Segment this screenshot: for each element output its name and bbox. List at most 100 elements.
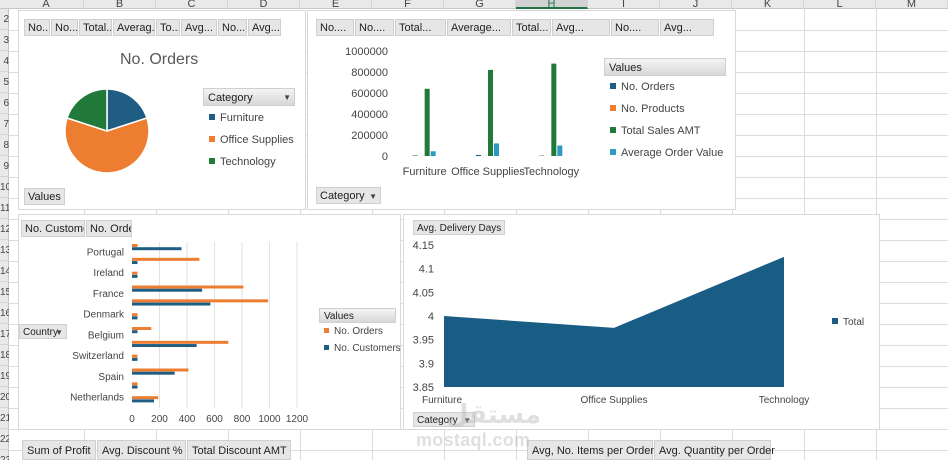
legend-swatch <box>610 83 616 89</box>
y-tick-label: 200000 <box>351 130 388 142</box>
hbar-no-orders-6 <box>132 327 152 330</box>
column-header-f[interactable]: F <box>372 0 444 9</box>
country-filter-button[interactable]: Country ▼ <box>19 324 67 339</box>
hbar-no-customers-2 <box>132 274 138 278</box>
category-filter-button[interactable]: Category ▼ <box>316 187 381 204</box>
column-header-j[interactable]: J <box>660 0 732 9</box>
row-header-8[interactable]: 8 <box>0 135 9 156</box>
column-header-l[interactable]: L <box>804 0 876 9</box>
row-header-10[interactable]: 10 <box>0 177 9 198</box>
field-button[interactable]: Avg... <box>660 19 714 36</box>
row-header-22[interactable]: 22 <box>0 429 9 450</box>
row-header-21[interactable]: 21 <box>0 408 9 429</box>
field-button[interactable]: Avg. Discount % <box>97 440 186 460</box>
hbar-no-customers-4 <box>132 302 211 306</box>
field-button[interactable]: Total... <box>79 19 112 36</box>
y-tick-label: Switzerland <box>72 351 124 362</box>
pie-plot <box>64 88 150 174</box>
column-header-m[interactable]: M <box>876 0 948 9</box>
hbar-no-orders-1 <box>132 257 200 261</box>
y-tick-label: Ireland <box>93 268 124 279</box>
row-header-4[interactable]: 4 <box>0 51 9 72</box>
hbar-no-orders-10 <box>132 382 138 386</box>
column-chart-category-values[interactable]: No.... No.... Total... Average... Total... Av… <box>307 10 736 210</box>
legend-item: Total Sales AMT <box>610 124 700 138</box>
column-header-a[interactable]: A <box>9 0 84 9</box>
row-header-16[interactable]: 16 <box>0 303 9 324</box>
legend-swatch <box>324 328 329 333</box>
row-header-13[interactable]: 13 <box>0 240 9 261</box>
pie-legend-filter-button[interactable]: Category ▼ <box>203 88 295 106</box>
y-tick-label: Spain <box>98 372 124 383</box>
row-header-5[interactable]: 5 <box>0 72 9 93</box>
row-header-7[interactable]: 7 <box>0 114 9 135</box>
pie-chart-no-orders[interactable]: No...No....Total...Averag...To...Avg...N… <box>18 10 306 210</box>
row-header-23[interactable]: 23 <box>0 450 9 460</box>
field-button[interactable]: No.... <box>611 19 659 36</box>
bar-average-order-value-0 <box>430 151 436 156</box>
field-button[interactable]: Avg, No. Items per Order <box>527 440 654 460</box>
legend-item: No. Products <box>610 102 685 116</box>
y-tick-label: 3.85 <box>413 382 434 394</box>
hbar-no-orders-0 <box>132 244 138 247</box>
column-header-k[interactable]: K <box>732 0 804 9</box>
y-tick-label: Netherlands <box>70 393 124 404</box>
row-header-15[interactable]: 15 <box>0 282 9 303</box>
row-header-12[interactable]: 12 <box>0 219 9 240</box>
field-button[interactable]: To... <box>156 19 180 36</box>
row-header-11[interactable]: 11 <box>0 198 9 219</box>
legend-item: No. Orders <box>324 325 383 339</box>
legend-label: No. Orders <box>334 326 383 337</box>
legend-item: No. Orders <box>610 80 675 94</box>
hbar-no-customers-5 <box>132 316 138 320</box>
x-tick-label: 1000 <box>258 414 281 425</box>
field-button[interactable]: Total Discount AMT <box>187 440 291 460</box>
column-header-i[interactable]: I <box>588 0 660 9</box>
y-tick-label: 4.05 <box>413 287 434 299</box>
legend-label: Total Sales AMT <box>621 125 701 137</box>
row-header-3[interactable]: 3 <box>0 30 9 51</box>
x-tick-label: Technology <box>524 166 580 178</box>
hbar-no-orders-5 <box>132 313 138 317</box>
hbar-no-customers-6 <box>132 330 138 334</box>
hbar-no-customers-8 <box>132 357 138 361</box>
field-button[interactable]: Averag... <box>113 19 155 36</box>
row-header-6[interactable]: 6 <box>0 93 9 114</box>
column-header-b[interactable]: B <box>84 0 156 9</box>
field-button[interactable]: Avg... <box>181 19 217 36</box>
column-header-d[interactable]: D <box>228 0 300 9</box>
field-button[interactable]: Avg. Quantity per Order <box>654 440 775 460</box>
field-button[interactable]: No... <box>24 19 50 36</box>
legend-item: Furniture <box>209 111 264 125</box>
field-button[interactable]: Avg... <box>248 19 281 36</box>
y-tick-label: 3.9 <box>419 358 434 370</box>
x-tick-label: 400 <box>179 414 196 425</box>
hbar-no-customers-0 <box>132 247 182 251</box>
legend-swatch <box>209 158 215 164</box>
field-button[interactable]: Sum of Profit <box>22 440 96 460</box>
column-header-c[interactable]: C <box>156 0 228 9</box>
row-header-14[interactable]: 14 <box>0 261 9 282</box>
row-header-19[interactable]: 19 <box>0 366 9 387</box>
row-header-20[interactable]: 20 <box>0 387 9 408</box>
legend-label: Average Order Value <box>621 147 724 159</box>
column-header-h[interactable]: H <box>516 0 588 9</box>
field-button[interactable]: No.... <box>51 19 78 36</box>
area-chart-delivery-days[interactable]: Avg. Delivery Days 3.85 3.9 3.95 4 4.05 4.1 4.… <box>403 214 880 430</box>
column-header-e[interactable]: E <box>300 0 372 9</box>
x-tick-label: Office Supplies <box>580 395 647 406</box>
bar-chart-country[interactable]: No. Customers No. Orders 0 200 400 600 800 100… <box>18 214 401 430</box>
column-header-g[interactable]: G <box>444 0 516 9</box>
legend-item: Technology <box>209 155 276 169</box>
row-header-17[interactable]: 17 <box>0 324 9 345</box>
values-button[interactable]: Values <box>24 188 65 205</box>
y-tick-label: 3.95 <box>413 335 434 347</box>
bar-legend-title: Values <box>319 308 396 323</box>
row-header-9[interactable]: 9 <box>0 156 9 177</box>
field-button[interactable]: No.... <box>218 19 247 36</box>
x-tick-label: 200 <box>151 414 168 425</box>
chart-title: No. Orders <box>120 51 199 68</box>
y-tick-label: 1000000 <box>345 46 388 58</box>
row-header-18[interactable]: 18 <box>0 345 9 366</box>
row-header-2[interactable]: 2 <box>0 9 9 30</box>
